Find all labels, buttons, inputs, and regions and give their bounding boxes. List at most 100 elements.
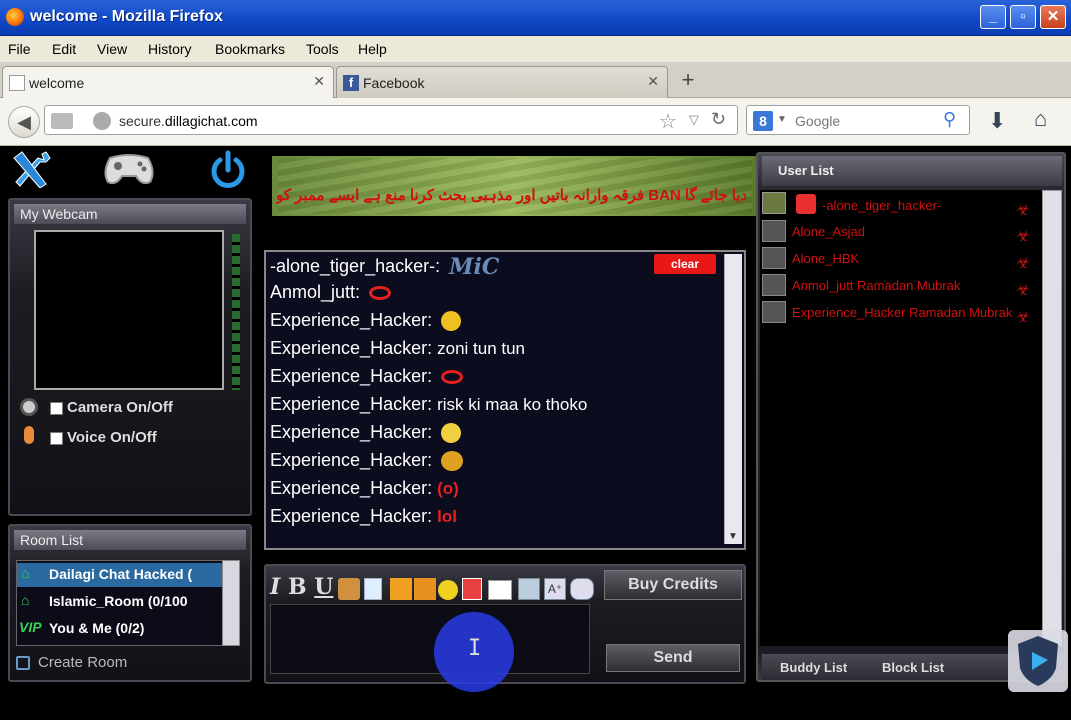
send-button[interactable]: Send	[606, 644, 740, 672]
scroll-down-icon[interactable]: ▼	[728, 531, 738, 542]
banner-text: فرقہ وارانہ باتیں اور مذہبی بحث کرنا منع…	[276, 187, 746, 204]
image-icon[interactable]	[518, 578, 540, 600]
emoticon-icon[interactable]	[438, 580, 458, 600]
message-username[interactable]: Experience_Hacker:	[270, 506, 432, 526]
user-item[interactable]: Alone_HBK	[792, 251, 859, 266]
message-username[interactable]: Experience_Hacker:	[270, 310, 432, 330]
message-username[interactable]: Experience_Hacker:	[270, 450, 432, 470]
camera-checkbox[interactable]	[50, 402, 63, 415]
message-username[interactable]: Anmol_jutt:	[270, 282, 360, 302]
menu-bar: File Edit View History Bookmarks Tools H…	[0, 36, 1071, 62]
message-username[interactable]: Experience_Hacker:	[270, 338, 432, 358]
users-icon[interactable]	[414, 578, 436, 600]
user-item[interactable]: Experience_Hacker Ramadan Mubrak	[792, 305, 1036, 320]
vip-icon: VIP	[19, 619, 42, 635]
user-list-scrollbar[interactable]	[1042, 190, 1062, 646]
close-tab-icon[interactable]: ✕	[647, 73, 659, 90]
tab-facebook[interactable]: f Facebook ✕	[336, 66, 668, 98]
menu-file[interactable]: File	[8, 41, 31, 57]
create-room-button[interactable]: Create Room	[38, 654, 127, 671]
biohazard-icon: ☣	[1016, 202, 1031, 219]
block-list-button[interactable]: Block List	[882, 660, 944, 675]
facebook-icon: f	[343, 75, 359, 91]
italic-button[interactable]: I	[270, 574, 280, 600]
user-avatar	[762, 247, 786, 269]
menu-bookmarks[interactable]: Bookmarks	[215, 41, 285, 57]
back-button[interactable]: ◀	[8, 106, 40, 138]
menu-tools[interactable]: Tools	[306, 41, 339, 57]
power-icon[interactable]	[208, 150, 248, 190]
gamepad-icon[interactable]	[102, 152, 156, 186]
user-item[interactable]: -alone_tiger_hacker-	[822, 198, 941, 213]
downloads-icon[interactable]: ⬇	[988, 108, 1006, 134]
user-list-title: User List	[762, 156, 1062, 186]
chat-message: Experience_Hacker: zoni tun tun	[270, 338, 525, 359]
voice-checkbox[interactable]	[50, 432, 63, 445]
navigation-bar: ◀ secure.dillagichat.com ☆ ▽ ↻ 8 ▼ Googl…	[0, 98, 1071, 146]
brush-icon[interactable]	[338, 578, 360, 600]
room-list-scrollbar[interactable]	[222, 560, 240, 646]
mic-logo-icon: MiC	[449, 254, 500, 280]
room-item[interactable]: You & Me (0/2)	[49, 620, 144, 636]
shield-badge[interactable]	[1008, 630, 1068, 692]
lips-icon	[369, 286, 392, 301]
bookmark-star-icon[interactable]: ☆	[659, 109, 677, 134]
user-item[interactable]: Anmol_jutt Ramadan Mubrak	[792, 278, 960, 293]
youtube-icon[interactable]	[462, 578, 482, 600]
message-input[interactable]	[270, 604, 590, 674]
reload-icon[interactable]: ↻	[711, 109, 726, 130]
format-toolbar: I B U	[270, 574, 333, 600]
buddy-list-button[interactable]: Buddy List	[780, 660, 847, 675]
color-picker-icon[interactable]	[488, 580, 512, 600]
menu-edit[interactable]: Edit	[52, 41, 76, 57]
engine-dropdown-icon[interactable]: ▼	[777, 114, 787, 125]
search-engine-icon[interactable]: 8	[753, 111, 773, 131]
rocket-smiley-icon	[441, 311, 462, 332]
message-username[interactable]: Experience_Hacker:	[270, 422, 432, 442]
smiley-icon	[441, 423, 462, 444]
tools-icon[interactable]	[10, 150, 52, 189]
room-item[interactable]: Islamic_Room (0/100	[49, 593, 188, 609]
search-input[interactable]: Google	[795, 113, 840, 129]
underline-button[interactable]: U	[314, 574, 333, 600]
minimize-button[interactable]: _	[980, 5, 1006, 29]
home-icon[interactable]: ⌂	[1034, 106, 1047, 132]
bold-button[interactable]: B	[288, 574, 307, 600]
buy-credits-button[interactable]: Buy Credits	[604, 570, 742, 600]
user-item[interactable]: Alone_Asjad	[792, 224, 865, 239]
history-dropdown-icon[interactable]: ▽	[689, 112, 699, 128]
search-icon[interactable]: ⚲	[943, 109, 956, 130]
file-icon[interactable]	[364, 578, 382, 600]
volume-meter	[232, 234, 240, 390]
create-room-icon	[16, 656, 30, 670]
menu-history[interactable]: History	[148, 41, 192, 57]
maximize-button[interactable]: ▫	[1010, 5, 1036, 29]
webcam-panel: My Webcam Camera On/Off Voice On/Off	[8, 198, 252, 516]
chat-message: Experience_Hacker: (o)	[270, 478, 459, 499]
message-username[interactable]: Experience_Hacker:	[270, 366, 432, 386]
close-window-button[interactable]: ✕	[1040, 5, 1066, 29]
chat-scrollbar[interactable]: ▼	[724, 254, 742, 544]
room-item[interactable]: Dailagi Chat Hacked (	[49, 566, 192, 582]
menu-view[interactable]: View	[97, 41, 127, 57]
url-bar[interactable]: secure.dillagichat.com ☆ ▽ ↻	[44, 105, 738, 135]
search-bar[interactable]: 8 ▼ Google ⚲	[746, 105, 970, 135]
tab-strip: welcome ✕ f Facebook ✕	[0, 62, 1071, 98]
close-tab-icon[interactable]: ✕	[313, 73, 325, 90]
page-info-icon[interactable]	[51, 113, 73, 129]
message-text: lol	[437, 507, 457, 526]
message-username[interactable]: Experience_Hacker:	[270, 478, 432, 498]
chat-message: Anmol_jutt:	[270, 282, 392, 303]
message-username[interactable]: Experience_Hacker:	[270, 394, 432, 414]
font-size-icon[interactable]: A⁺	[544, 578, 566, 600]
new-tab-button[interactable]: +	[672, 66, 704, 96]
firefox-logo-icon	[6, 8, 24, 26]
clear-chat-button[interactable]: clear	[654, 254, 716, 274]
menu-help[interactable]: Help	[358, 41, 387, 57]
webcam-panel-title: My Webcam	[14, 204, 246, 224]
avatar-icon[interactable]	[390, 578, 412, 600]
tab-welcome[interactable]: welcome ✕	[2, 66, 334, 98]
lips-icon	[441, 370, 464, 385]
speech-bubble-icon[interactable]	[570, 578, 594, 600]
message-username[interactable]: -alone_tiger_hacker-:	[270, 256, 440, 276]
